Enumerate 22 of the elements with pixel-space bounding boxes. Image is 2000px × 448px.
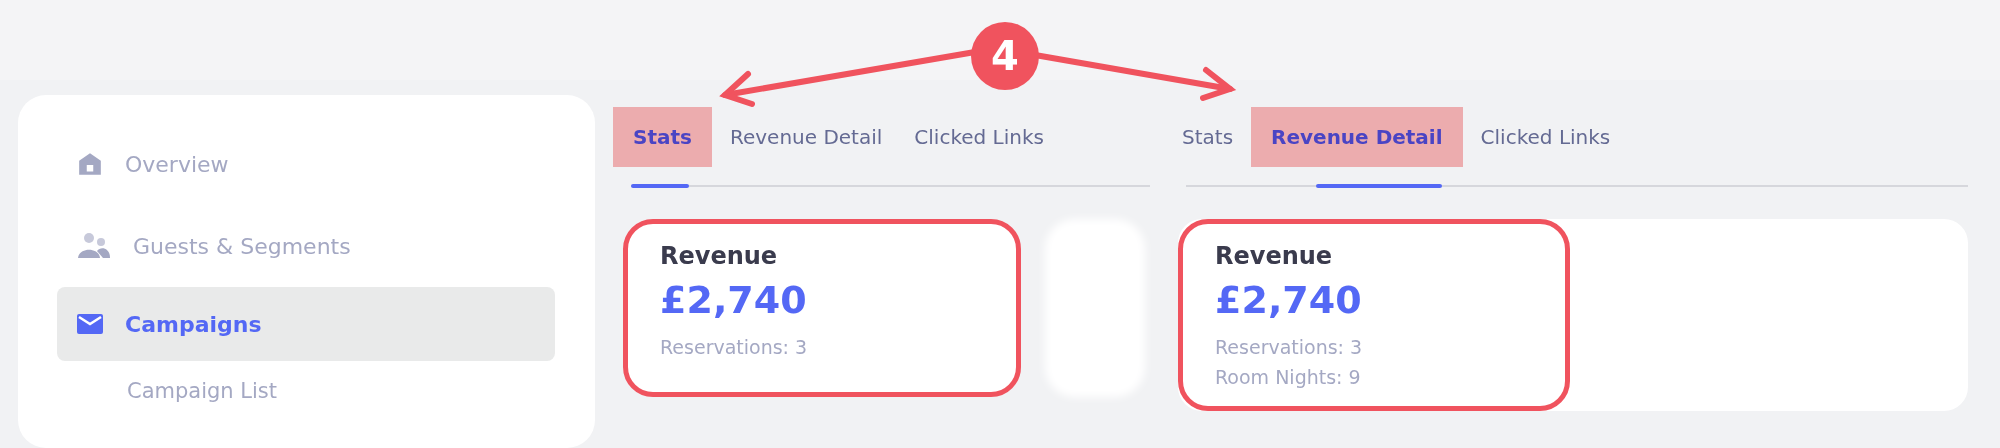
sidebar-item[interactable]: Campaigns [57, 287, 555, 361]
highlighted-tab[interactable]: Revenue Detail [1251, 107, 1463, 167]
card-title: Revenue [1215, 242, 1334, 270]
card-value: £2,740 [1215, 278, 1363, 322]
tab[interactable]: Clicked Links [900, 125, 1058, 149]
annotation-badge: 4 [971, 22, 1039, 90]
tab-underline [631, 184, 689, 188]
sidebar-item[interactable]: Guests & Segments [57, 205, 555, 287]
tab[interactable]: Stats [1168, 125, 1248, 149]
card-detail: Reservations: 3 [660, 336, 809, 358]
highlighted-tab[interactable]: Stats [613, 107, 712, 167]
tab[interactable]: Revenue Detail [715, 125, 897, 149]
sidebar-subitem[interactable]: Campaign List [57, 361, 555, 403]
card-detail: Room Nights: 9 [1215, 366, 1362, 388]
sidebar-item[interactable]: Overview [57, 123, 555, 205]
home-icon [77, 151, 103, 177]
card-value: £2,740 [660, 278, 808, 322]
mail-icon [77, 314, 103, 334]
people-icon [77, 232, 111, 260]
card-title: Revenue [660, 242, 779, 270]
card-detail: Reservations: 3 [1215, 336, 1364, 358]
tab[interactable]: Clicked Links [1466, 125, 1625, 149]
